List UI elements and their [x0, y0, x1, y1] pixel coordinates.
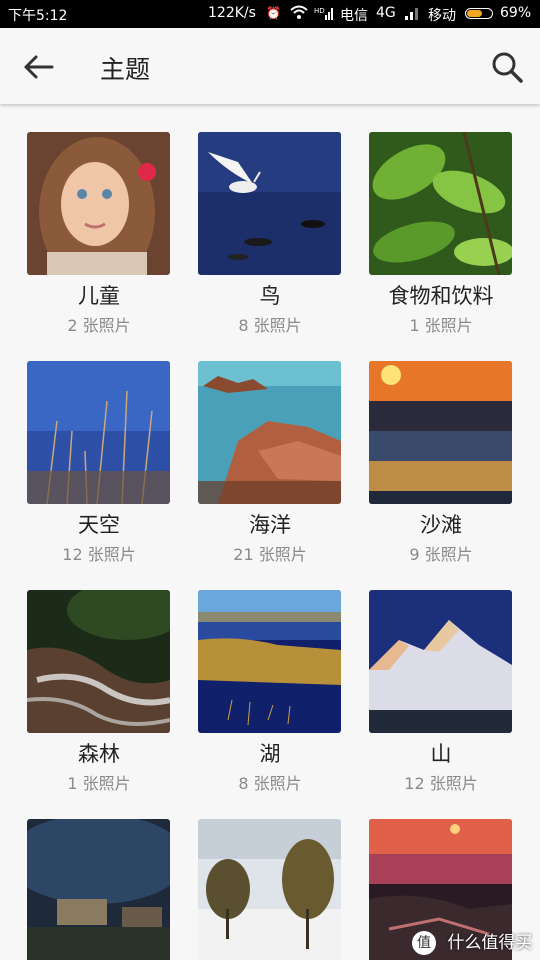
theme-thumbnail[interactable] — [198, 361, 341, 504]
page-title: 主题 — [100, 55, 151, 84]
theme-thumbnail[interactable] — [369, 361, 512, 504]
theme-count: 8 张照片 — [238, 774, 302, 793]
battery-fill — [467, 10, 482, 17]
status-time: 下午5:12 — [8, 8, 68, 24]
theme-thumbnail[interactable] — [369, 590, 512, 733]
theme-name: 天空 — [78, 513, 120, 537]
theme-count: 12 张照片 — [404, 774, 478, 793]
watermark-badge: 值 — [412, 931, 436, 955]
theme-count: 9 张照片 — [409, 545, 473, 564]
theme-name: 鸟 — [259, 284, 281, 308]
theme-thumbnail[interactable] — [27, 590, 170, 733]
theme-count: 12 张照片 — [62, 545, 136, 564]
theme-count: 8 张照片 — [238, 316, 302, 335]
alarm-icon: ⏰ — [266, 6, 281, 20]
arrow-left-icon[interactable] — [22, 50, 56, 84]
wifi-icon — [290, 3, 308, 25]
theme-grid: 儿童 2 张照片 鸟 8 张照片 食物和饮料 1 张照片 天空 12 张照片 海… — [0, 104, 540, 960]
theme-count: 21 张照片 — [233, 545, 307, 564]
status-bar: 下午5:12 122K/s ⏰ HD 电信 4G 移动 69% — [0, 0, 540, 28]
watermark-text: 什么值得买 — [447, 933, 533, 953]
battery-percent: 69% — [500, 5, 532, 21]
theme-thumbnail[interactable] — [27, 132, 170, 275]
signal-icon — [404, 5, 422, 25]
hd-signal-icon: HD — [314, 5, 334, 25]
theme-count: 1 张照片 — [409, 316, 473, 335]
theme-name: 山 — [430, 742, 452, 766]
theme-count: 1 张照片 — [67, 774, 131, 793]
theme-thumbnail[interactable] — [27, 819, 170, 960]
theme-name: 食物和饮料 — [388, 284, 494, 308]
battery-icon — [465, 8, 493, 19]
theme-thumbnail[interactable] — [198, 819, 341, 960]
theme-name: 沙滩 — [420, 513, 462, 537]
network-type: 4G — [376, 5, 396, 21]
carrier-2: 移动 — [428, 8, 456, 24]
theme-name: 湖 — [259, 742, 281, 766]
theme-thumbnail[interactable] — [198, 132, 341, 275]
network-speed: 122K/s — [208, 5, 256, 21]
theme-name: 儿童 — [78, 284, 120, 308]
search-icon[interactable] — [488, 48, 526, 86]
watermark: 值 什么值得买 — [412, 928, 532, 955]
svg-text:HD: HD — [314, 7, 325, 15]
app-bar: 主题 — [0, 28, 540, 104]
theme-thumbnail[interactable] — [369, 132, 512, 275]
theme-name: 海洋 — [249, 513, 291, 537]
theme-thumbnail[interactable] — [27, 361, 170, 504]
theme-count: 2 张照片 — [67, 316, 131, 335]
carrier-1: 电信 — [340, 8, 368, 24]
theme-name: 森林 — [78, 742, 120, 766]
theme-thumbnail[interactable] — [198, 590, 341, 733]
